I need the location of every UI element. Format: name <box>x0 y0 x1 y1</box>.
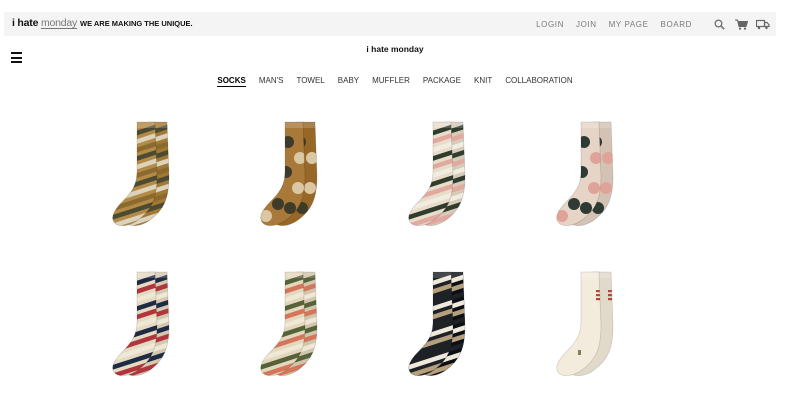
product-card[interactable] <box>386 260 506 390</box>
sock-image <box>260 271 318 376</box>
category-nav: SOCKS MAN'S TOWEL BABY MUFFLER PACKAGE K… <box>0 76 790 87</box>
category-knit[interactable]: KNIT <box>474 76 492 87</box>
join-link[interactable]: JOIN <box>576 20 597 29</box>
product-card[interactable] <box>238 260 358 390</box>
sock-image <box>408 271 466 376</box>
sock-image <box>408 121 466 226</box>
cart-icon[interactable] <box>734 17 748 31</box>
product-card[interactable] <box>90 260 210 390</box>
search-icon[interactable] <box>712 17 726 31</box>
category-package[interactable]: PACKAGE <box>423 76 461 87</box>
product-card[interactable] <box>238 110 358 240</box>
product-card[interactable] <box>534 260 654 390</box>
login-link[interactable]: LOGIN <box>536 20 564 29</box>
product-card[interactable] <box>90 110 210 240</box>
brand-name-part2: monday <box>40 17 78 29</box>
sock-image <box>112 271 170 376</box>
top-nav: LOGIN JOIN MY PAGE BOARD <box>536 12 770 36</box>
site-title: i hate monday <box>366 44 424 54</box>
my-page-link[interactable]: MY PAGE <box>609 20 649 29</box>
category-socks[interactable]: SOCKS <box>217 76 246 87</box>
brand-logo[interactable]: i hate monday <box>12 17 77 29</box>
delivery-truck-icon[interactable] <box>756 17 770 31</box>
category-muffler[interactable]: MUFFLER <box>372 76 410 87</box>
brand-name-part1: i hate <box>12 17 39 29</box>
sock-image <box>112 121 170 226</box>
sock-image <box>260 121 318 226</box>
sock-image <box>556 271 614 376</box>
sock-image <box>556 121 614 226</box>
category-collaboration[interactable]: COLLABORATION <box>505 76 572 87</box>
tagline: WE ARE MAKING THE UNIQUE. <box>80 19 193 28</box>
category-mans[interactable]: MAN'S <box>259 76 284 87</box>
category-baby[interactable]: BABY <box>338 76 359 87</box>
category-towel[interactable]: TOWEL <box>296 76 324 87</box>
product-card[interactable] <box>534 110 654 240</box>
top-bar: i hate monday WE ARE MAKING THE UNIQUE. … <box>4 12 776 36</box>
product-card[interactable] <box>386 110 506 240</box>
board-link[interactable]: BOARD <box>661 20 692 29</box>
